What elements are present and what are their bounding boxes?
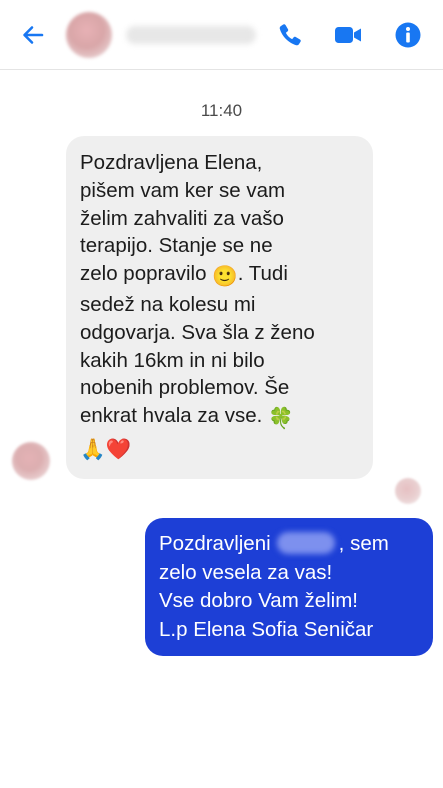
redacted-name (276, 532, 335, 554)
incoming-message-bubble[interactable]: Pozdravljena Elena, pišem vam ker se vam… (66, 136, 373, 479)
message-timestamp: 11:40 (200, 101, 243, 120)
contact-name[interactable] (126, 26, 256, 44)
message-line: pišem vam ker se vam (80, 178, 286, 202)
contact-avatar[interactable] (66, 12, 112, 58)
message-line: terapijo. Stanje se ne (80, 234, 273, 258)
info-icon (395, 22, 421, 48)
message-line: sedež na kolesu mi (80, 292, 256, 316)
message-line: zelo vesela za vas! (159, 560, 333, 584)
message-line: želim zahvaliti za vašo (80, 206, 284, 230)
arrow-left-icon (23, 26, 44, 44)
message-emoji-line: 🙏❤️ (80, 433, 359, 464)
message-line: Pozdravljeni , sem (159, 530, 419, 559)
call-button[interactable] (275, 20, 305, 50)
smiley-emoji-icon: 🙂 (212, 265, 238, 289)
video-camera-icon (335, 27, 361, 43)
message-text: . Tudi (237, 262, 288, 286)
message-line: Vse dobro Vam želim! (159, 589, 359, 612)
outgoing-message-bubble[interactable]: Pozdravljeni , sem zelo vesela za vas! Vs… (145, 518, 433, 656)
chat-header (0, 0, 443, 70)
message-text: zelo popravilo (80, 262, 207, 286)
folded-hands-emoji-icon: 🙏 (80, 437, 106, 461)
phone-icon (279, 24, 301, 46)
info-button[interactable] (393, 20, 423, 50)
message-line-with-emoji: enkrat hvala za vse. 🍀 (80, 402, 359, 433)
message-line: kakih 16km in ni bilo (80, 348, 265, 372)
message-line: nobenih problemov. Še (80, 376, 290, 400)
red-heart-emoji-icon: ❤️ (105, 437, 132, 461)
message-line: odgovarja. Sva šla z ženo (80, 320, 315, 344)
four-leaf-clover-emoji-icon: 🍀 (268, 407, 294, 431)
message-line: Pozdravljena Elena, (80, 151, 263, 174)
message-line: L.p Elena Sofia Seničar (159, 617, 374, 641)
message-text: , sem (338, 532, 389, 555)
sender-avatar[interactable] (12, 442, 50, 480)
message-text: enkrat hvala za vse. (80, 404, 263, 428)
message-text: Pozdravljeni (159, 532, 271, 555)
video-call-button[interactable] (333, 20, 363, 50)
seen-indicator-avatar (395, 478, 421, 504)
message-line-with-emoji: zelo popravilo 🙂. Tudi (80, 260, 359, 291)
back-button[interactable] (18, 20, 48, 50)
